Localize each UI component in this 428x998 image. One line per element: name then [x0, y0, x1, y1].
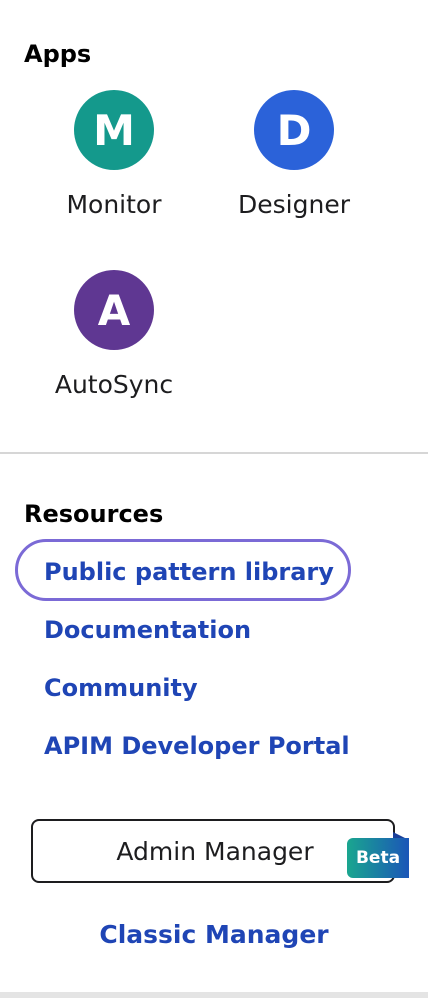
- link-classic-manager[interactable]: Classic Manager: [0, 922, 428, 947]
- app-label-monitor: Monitor: [66, 190, 162, 219]
- monitor-avatar-icon: M: [74, 90, 154, 170]
- beta-badge: Beta: [347, 838, 409, 878]
- link-public-pattern-library[interactable]: Public pattern library: [44, 560, 334, 584]
- apps-heading: Apps: [24, 40, 92, 68]
- autosync-avatar-icon: A: [74, 270, 154, 350]
- admin-manager-button[interactable]: Admin Manager: [31, 819, 395, 883]
- app-label-autosync: AutoSync: [54, 370, 174, 399]
- app-tile-designer[interactable]: D Designer: [214, 90, 374, 260]
- app-tile-autosync[interactable]: A AutoSync: [34, 270, 194, 440]
- link-community[interactable]: Community: [44, 676, 198, 700]
- admin-manager-label: Admin Manager: [116, 837, 314, 866]
- designer-avatar-icon: D: [254, 90, 334, 170]
- bottom-edge: [0, 992, 428, 998]
- app-tile-monitor[interactable]: M Monitor: [34, 90, 194, 260]
- link-apim-developer-portal[interactable]: APIM Developer Portal: [44, 734, 350, 758]
- section-divider: [0, 452, 428, 454]
- link-documentation[interactable]: Documentation: [44, 618, 251, 642]
- app-label-designer: Designer: [238, 190, 350, 219]
- resources-heading: Resources: [24, 500, 164, 528]
